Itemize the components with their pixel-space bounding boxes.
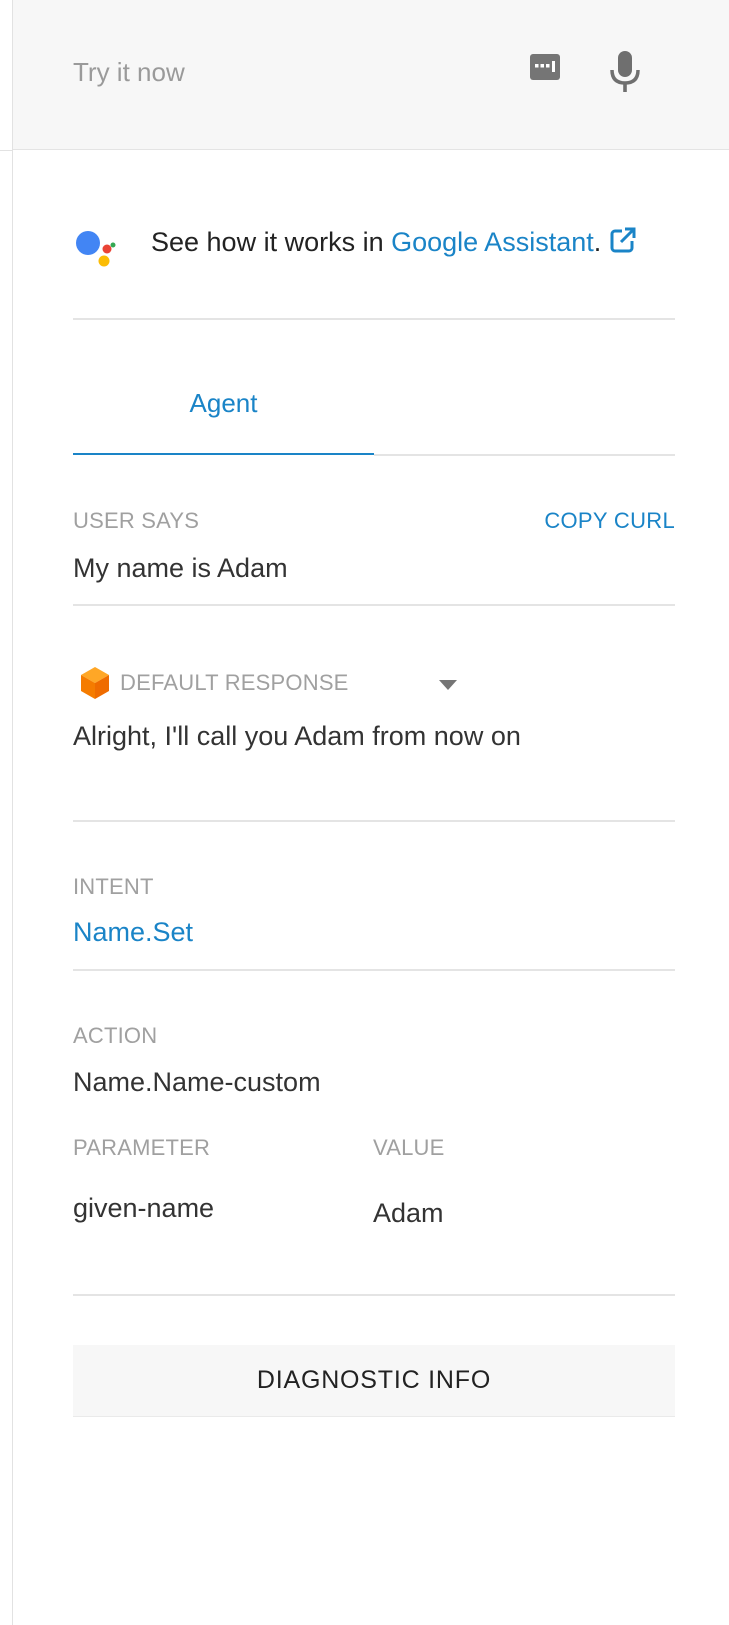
assistant-hint-suffix: .: [593, 227, 602, 257]
tab-active-indicator: [73, 453, 374, 455]
panel-left-tick: [0, 150, 12, 151]
parameter-header: PARAMETER: [73, 1135, 211, 1160]
assistant-hint: See how it works in Google Assistant.: [151, 226, 637, 258]
user-says-text: My name is Adam: [73, 553, 288, 583]
tab-agent-label: Agent: [189, 388, 258, 418]
google-assistant-link[interactable]: Google Assistant: [391, 227, 594, 257]
divider: [73, 969, 675, 971]
divider: [73, 820, 675, 822]
action-name: Name.Name-custom: [73, 1067, 321, 1097]
try-it-now-input[interactable]: [73, 52, 503, 92]
diagnostic-info-button[interactable]: DIAGNOSTIC INFO: [73, 1345, 675, 1417]
microphone-icon[interactable]: [605, 48, 645, 94]
google-assistant-row: See how it works in Google Assistant.: [73, 220, 673, 280]
parameter-value: Adam: [373, 1198, 444, 1228]
user-says-caption: USER SAYS: [73, 508, 200, 533]
google-assistant-logo: [73, 225, 119, 271]
external-link-icon[interactable]: [609, 226, 637, 254]
assistant-hint-prefix: See how it works in: [151, 227, 392, 257]
action-caption: ACTION: [73, 1023, 158, 1048]
intent-caption: INTENT: [73, 874, 154, 899]
divider: [73, 604, 675, 606]
parameter-name: given-name: [73, 1193, 215, 1223]
tab-track: [374, 454, 675, 456]
copy-curl-button[interactable]: COPY CURL: [544, 508, 675, 534]
default-response-caption: DEFAULT RESPONSE: [120, 670, 349, 695]
divider: [73, 318, 675, 320]
intent-link[interactable]: Name.Set: [73, 917, 193, 948]
try-it-now-bar: [13, 0, 729, 150]
chevron-down-icon[interactable]: [438, 678, 458, 690]
keyboard-icon[interactable]: [528, 50, 562, 84]
divider: [73, 1294, 675, 1296]
panel-left-border: [12, 0, 13, 1625]
dialogflow-cube-icon: [80, 666, 110, 700]
tab-agent[interactable]: Agent: [73, 360, 374, 456]
default-response-text: Alright, I'll call you Adam from now on: [73, 721, 521, 751]
value-header: VALUE: [373, 1135, 445, 1160]
